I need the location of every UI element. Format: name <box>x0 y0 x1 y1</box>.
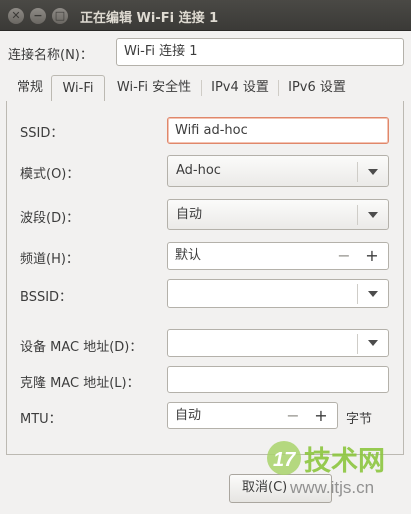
ssid-label: SSID： <box>20 126 64 141</box>
combo-separator <box>357 162 358 182</box>
watermark-brand: 技术网 <box>304 446 385 477</box>
mtu-increment-button[interactable]: + <box>307 403 335 429</box>
tab-wifi-security[interactable]: Wi-Fi 安全性 <box>107 75 201 101</box>
device-mac-label: 设备 MAC 地址(D)： <box>20 340 143 355</box>
watermark-logo: 17 技术网 www.itjs.cn <box>264 436 404 514</box>
combo-separator <box>357 334 358 354</box>
close-icon[interactable]: ✕ <box>8 8 24 24</box>
mode-select[interactable]: Ad-hoc <box>167 155 389 187</box>
chevron-down-icon <box>368 169 378 175</box>
bssid-combo[interactable] <box>167 279 389 308</box>
channel-label: 频道(H)： <box>20 252 79 267</box>
cloned-mac-label: 克隆 MAC 地址(L)： <box>20 376 140 391</box>
cloned-mac-input[interactable] <box>167 366 389 393</box>
chevron-down-icon <box>368 212 378 218</box>
combo-separator <box>357 205 358 225</box>
band-value: 自动 <box>176 207 203 222</box>
chevron-down-icon <box>368 291 378 297</box>
chevron-down-icon <box>368 340 378 346</box>
device-mac-combo[interactable] <box>167 329 389 357</box>
tab-ipv6[interactable]: IPv6 设置 <box>279 75 355 101</box>
channel-value: 默认 <box>175 248 202 263</box>
mtu-unit-label: 字节 <box>346 412 373 427</box>
watermark-url: www.itjs.cn <box>289 478 374 497</box>
minimize-icon[interactable]: − <box>30 8 46 24</box>
watermark-graphic: 17 技术网 www.itjs.cn <box>267 441 385 497</box>
bssid-label: BSSID： <box>20 290 73 305</box>
mtu-label: MTU： <box>20 412 62 427</box>
tab-wifi[interactable]: Wi-Fi <box>51 75 105 102</box>
mtu-spinner[interactable]: 自动 − + <box>167 402 338 429</box>
band-label: 波段(D)： <box>20 211 80 226</box>
tab-ipv4[interactable]: IPv4 设置 <box>202 75 278 101</box>
mode-value: Ad-hoc <box>176 163 221 178</box>
connection-name-label: 连接名称(N)： <box>8 48 93 63</box>
maximize-icon[interactable]: □ <box>52 8 68 24</box>
channel-decrement-button[interactable]: − <box>330 243 358 269</box>
combo-separator <box>357 284 358 304</box>
tab-general[interactable]: 常规 <box>10 75 50 101</box>
mode-label: 模式(O)： <box>20 167 80 182</box>
ssid-input[interactable]: Wifi ad-hoc <box>167 117 389 144</box>
channel-spinner[interactable]: 默认 − + <box>167 242 389 270</box>
window-title: 正在编辑 Wi-Fi 连接 1 <box>80 11 219 26</box>
band-select[interactable]: 自动 <box>167 199 389 230</box>
mtu-value: 自动 <box>175 408 202 423</box>
mtu-decrement-button[interactable]: − <box>279 403 307 429</box>
title-bar: ✕ − □ 正在编辑 Wi-Fi 连接 1 <box>0 0 411 31</box>
watermark-number: 17 <box>273 449 296 471</box>
channel-increment-button[interactable]: + <box>358 243 386 269</box>
connection-name-input[interactable]: Wi-Fi 连接 1 <box>116 38 404 66</box>
